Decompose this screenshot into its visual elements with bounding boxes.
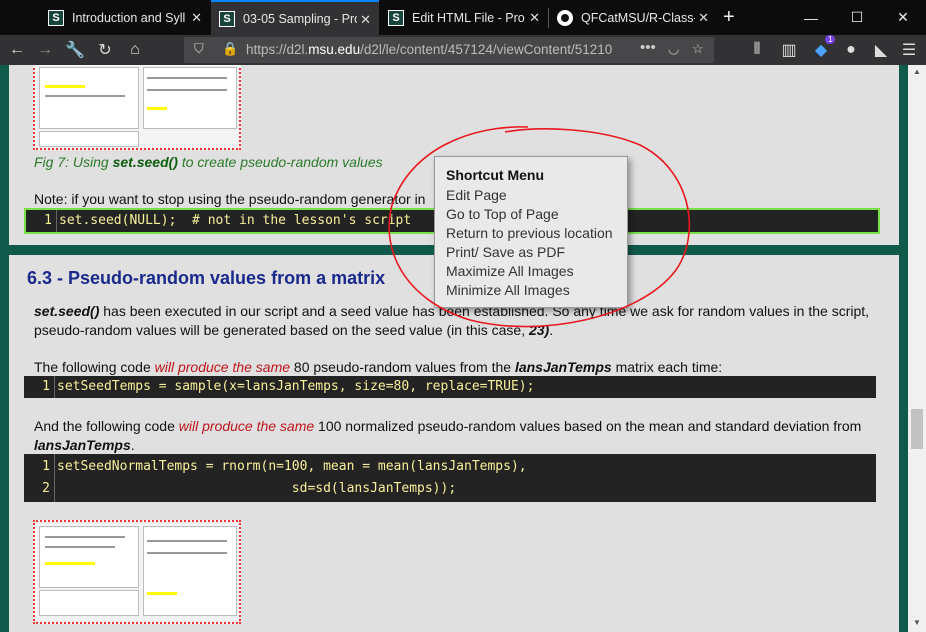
fig8-screenshot-image[interactable] <box>33 520 241 624</box>
forward-icon[interactable]: → <box>34 39 56 61</box>
home-icon[interactable]: ⌂ <box>124 39 146 61</box>
url-host: https://d2l. <box>246 42 309 57</box>
shortcut-menu: Shortcut Menu Edit Page Go to Top of Pag… <box>434 156 628 308</box>
section-title: 6.3 - Pseudo-random values from a matrix <box>27 268 386 288</box>
tab-introduction[interactable]: S Introduction and Syll ✕ <box>40 0 210 35</box>
menu-item-edit-page[interactable]: Edit Page <box>446 187 507 203</box>
code-block-3[interactable]: 1 setSeedNormalTemps = rnorm(n=100, mean… <box>24 454 876 502</box>
menu-icon[interactable]: ☰ <box>898 39 920 61</box>
menu-item-go-to-top[interactable]: Go to Top of Page <box>446 206 559 222</box>
page-content: Fig 7: Using set.seed() to create pseudo… <box>0 65 908 632</box>
tab-label: Introduction and Syll <box>72 10 186 25</box>
tab-sampling[interactable]: S 03-05 Sampling - Pro ✕ <box>211 0 379 35</box>
menu-item-minimize-images[interactable]: Minimize All Images <box>446 282 570 298</box>
code-line: 2 sd=sd(lansJanTemps)); <box>24 478 876 500</box>
fig7-caption: Fig 7: Using set.seed() to create pseudo… <box>34 154 383 170</box>
text: . <box>549 322 554 338</box>
variable-name: lansJanTemps <box>514 359 612 375</box>
content-section-2: 6.3 - Pseudo-random values from a matrix… <box>9 255 899 632</box>
wrench-icon[interactable]: 🔧 <box>64 39 86 61</box>
shield-icon[interactable]: ⛉ <box>194 41 204 57</box>
caption-text: to create pseudo-random values <box>177 154 383 170</box>
msu-icon: S <box>219 10 235 27</box>
msu-icon: S <box>48 9 64 26</box>
emphasis-text: will produce the same <box>178 418 315 434</box>
new-tab-icon[interactable]: + <box>723 6 735 29</box>
code-text: setSeedNormalTemps = rnorm(n=100, mean =… <box>57 459 527 474</box>
text: matrix each time: <box>611 359 723 375</box>
notification-badge: 1 <box>825 35 836 44</box>
bookmark-star-icon[interactable]: ☆ <box>692 41 704 57</box>
minimize-icon[interactable]: — <box>788 0 834 35</box>
vertical-scrollbar[interactable]: ▲ ▼ <box>908 65 926 632</box>
caption-text: Fig 7: Using <box>34 154 113 170</box>
url-bar[interactable]: ⛉ 🔒 https://d2l.msu.edu/d2l/le/content/4… <box>184 37 714 63</box>
tab-label: Edit HTML File - Pro <box>412 10 525 25</box>
seed-value: 23) <box>528 322 550 338</box>
reload-icon[interactable]: ↻ <box>94 39 116 61</box>
line-number: 2 <box>42 481 50 496</box>
close-icon[interactable]: ✕ <box>698 10 709 26</box>
code-text: set.seed(NULL); # not in the lesson's sc… <box>59 213 412 228</box>
avatar-icon[interactable]: ◣ <box>870 39 892 61</box>
page-actions-icon[interactable]: ••• <box>640 39 656 56</box>
scroll-up-icon[interactable]: ▲ <box>908 67 926 81</box>
tab-edit-html[interactable]: S Edit HTML File - Pro ✕ <box>380 0 548 35</box>
text: pseudo-random values will be generated b… <box>34 322 529 338</box>
close-icon[interactable]: ✕ <box>191 10 202 26</box>
reader-view-icon[interactable]: ▥ <box>778 39 800 61</box>
paragraph-2: The following code will produce the same… <box>34 358 722 377</box>
code-block-2[interactable]: 1 setSeedTemps = sample(x=lansJanTemps, … <box>24 376 876 398</box>
line-number: 1 <box>42 379 50 394</box>
pocket-icon[interactable]: ◡ <box>668 41 679 57</box>
fig7-screenshot-image[interactable] <box>33 65 241 150</box>
msu-icon: S <box>388 9 404 26</box>
window-close-icon[interactable]: ✕ <box>880 0 926 35</box>
caption-code: set.seed() <box>112 154 178 170</box>
close-icon[interactable]: ✕ <box>360 12 371 28</box>
text: The following code <box>34 359 155 375</box>
scroll-down-icon[interactable]: ▼ <box>908 618 926 632</box>
code-text: sd=sd(lansJanTemps)); <box>57 481 457 496</box>
menu-item-return-previous[interactable]: Return to previous location <box>446 225 613 241</box>
scrollbar-thumb[interactable] <box>911 409 923 449</box>
menu-item-print-save-pdf[interactable]: Print/ Save as PDF <box>446 244 565 260</box>
text: 80 pseudo-random values from the <box>290 359 515 375</box>
line-number: 1 <box>44 213 52 228</box>
url-domain: msu.edu <box>308 42 361 57</box>
library-icon[interactable]: ⫴ <box>746 39 768 61</box>
code-text: setSeedTemps = sample(x=lansJanTemps, si… <box>57 379 535 394</box>
shortcut-menu-title: Shortcut Menu <box>446 167 544 183</box>
line-number: 1 <box>42 459 50 474</box>
github-icon <box>557 9 573 26</box>
tab-label: 03-05 Sampling - Pro <box>243 11 357 26</box>
note-text: Note: if you want to stop using the pseu… <box>34 191 426 207</box>
emphasis-text: will produce the same <box>154 359 291 375</box>
code-line: 1 setSeedNormalTemps = rnorm(n=100, mean… <box>24 456 876 478</box>
close-icon[interactable]: ✕ <box>529 10 540 26</box>
tab-label: QFCatMSU/R-Class- <box>581 10 695 25</box>
url-text[interactable]: https://d2l.msu.edu/d2l/le/content/45712… <box>246 42 614 57</box>
text: 100 normalized pseudo-random values base… <box>314 418 862 434</box>
text: And the following code <box>34 418 179 434</box>
chat-icon[interactable]: ● <box>840 39 862 61</box>
nav-bar: ← → 🔧 ↻ ⌂ ⛉ 🔒 https://d2l.msu.edu/d2l/le… <box>0 35 926 65</box>
variable-name: lansJanTemps <box>34 437 131 453</box>
paragraph-3: And the following code will produce the … <box>34 417 894 455</box>
inline-code: set.seed() <box>34 303 100 319</box>
menu-item-maximize-images[interactable]: Maximize All Images <box>446 263 574 279</box>
code-line: 1 setSeedTemps = sample(x=lansJanTemps, … <box>24 376 876 398</box>
url-path: /d2l/le/content/457124/viewContent/51210 <box>360 42 613 57</box>
maximize-icon[interactable]: ☐ <box>834 0 880 35</box>
back-icon[interactable]: ← <box>6 39 28 61</box>
text: . <box>130 437 135 453</box>
lock-icon[interactable]: 🔒 <box>222 41 238 57</box>
tab-github[interactable]: QFCatMSU/R-Class- ✕ <box>549 0 717 35</box>
tab-bar: S Introduction and Syll ✕ S 03-05 Sampli… <box>0 0 926 35</box>
